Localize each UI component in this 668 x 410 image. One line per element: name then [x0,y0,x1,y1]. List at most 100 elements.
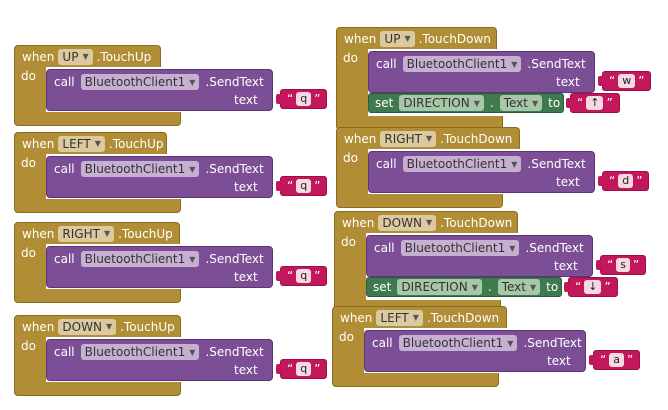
quote-close: ” [604,280,611,294]
string-value[interactable]: d [618,174,634,188]
component-dropdown-label: UP [384,31,401,46]
component-dropdown-label: DOWN [382,215,422,230]
component-dropdown[interactable]: DOWN ▼ [378,214,437,231]
call-sendtext-block[interactable]: call BluetoothClient1 ▼ .SendText text [46,69,273,111]
target-dropdown[interactable]: BluetoothClient1 ▼ [80,74,200,90]
event-name: .TouchDown [426,310,500,325]
dot: . [487,280,492,294]
text-string-block[interactable]: “q” [276,266,328,286]
event-name: .TouchUp [96,49,152,64]
target-dropdown[interactable]: BluetoothClient1 ▼ [80,251,200,267]
component-dropdown[interactable]: RIGHT ▼ [58,225,115,242]
call-sendtext-block[interactable]: call BluetoothClient1 ▼ .SendText text [364,330,586,372]
component-dropdown-label: RIGHT [62,226,100,241]
component-dropdown[interactable]: UP ▼ [380,30,415,47]
method-name: .SendText [205,162,264,176]
event-header[interactable]: when RIGHT ▼ .TouchUp [14,222,180,244]
text-string-block[interactable]: “d” [598,171,650,191]
call-keyword: call [376,157,397,171]
direction-string-block[interactable]: “↓” [564,277,618,297]
event-header[interactable]: when DOWN ▼ .TouchDown [334,211,518,233]
component-dropdown[interactable]: UP ▼ [58,48,93,65]
string-value[interactable]: q [296,92,312,106]
target-dropdown[interactable]: BluetoothClient1 ▼ [400,240,520,256]
text-param-label: text [554,259,578,273]
when-keyword: when [340,310,373,325]
triangle-down-icon: ▼ [509,243,516,253]
quote-open: “ [609,174,616,188]
method-name: .SendText [523,336,582,350]
target-dropdown[interactable]: BluetoothClient1 ▼ [402,56,522,72]
event-header[interactable]: when LEFT ▼ .TouchUp [14,132,167,154]
do-keyword: do [343,151,358,165]
string-value[interactable]: q [296,179,312,193]
call-row: call BluetoothClient1 ▼ .SendText [376,156,586,172]
set-property-block[interactable]: set DIRECTION ▼. Text ▼ to [366,277,562,297]
text-param-label: text [234,270,258,284]
string-connector [276,271,282,281]
event-header[interactable]: when UP ▼ .TouchDown [336,27,497,49]
string-value[interactable]: a [609,353,624,367]
string-connector [598,76,604,86]
set-property-dropdown[interactable]: Text ▼ [497,279,541,295]
event-header[interactable]: when LEFT ▼ .TouchDown [332,306,507,328]
event-footer [14,382,181,396]
target-dropdown[interactable]: BluetoothClient1 ▼ [402,156,522,172]
text-string-block[interactable]: “q” [276,359,328,379]
set-component-dropdown[interactable]: DIRECTION ▼ [399,95,484,111]
component-dropdown[interactable]: LEFT ▼ [58,135,105,152]
quote-close: ” [314,362,321,376]
event-name: .TouchUp [120,319,175,334]
arrow-value[interactable]: ↓ [584,280,602,294]
triangle-down-icon: ▼ [94,139,101,148]
text-param-label: text [556,75,580,89]
quote-open: “ [287,362,294,376]
string-connector [564,282,570,292]
event-name: .TouchDown [440,131,513,146]
component-dropdown-label: LEFT [380,310,409,325]
target-dropdown[interactable]: BluetoothClient1 ▼ [80,161,200,177]
target-dropdown-label: BluetoothClient1 [84,345,186,359]
target-dropdown[interactable]: BluetoothClient1 ▼ [80,344,200,360]
quote-close: ” [314,179,321,193]
event-header[interactable]: when UP ▼ .TouchUp [14,45,161,67]
call-keyword: call [374,241,395,255]
text-param-label: text [234,363,258,377]
arrow-value[interactable]: ↑ [586,96,604,110]
set-property-block[interactable]: set DIRECTION ▼. Text ▼ to [368,93,564,113]
set-property-dropdown-label: Text [503,96,528,110]
text-string-block[interactable]: “a” [589,350,641,370]
string-connector [598,176,604,186]
do-keyword: do [21,246,36,260]
component-dropdown[interactable]: LEFT ▼ [376,309,423,326]
event-header[interactable]: when DOWN ▼ .TouchUp [14,315,181,337]
call-sendtext-block[interactable]: call BluetoothClient1 ▼ .SendText text [46,246,273,288]
string-value[interactable]: q [296,362,312,376]
event-footer [336,194,503,208]
string-value[interactable]: s [616,258,630,272]
string-value[interactable]: w [618,74,636,88]
call-sendtext-block[interactable]: call BluetoothClient1 ▼ .SendText text [46,156,273,198]
call-sendtext-block[interactable]: call BluetoothClient1 ▼ .SendText text [46,339,273,381]
text-string-block[interactable]: “q” [276,89,328,109]
component-dropdown[interactable]: RIGHT ▼ [380,130,437,147]
method-name: .SendText [205,345,264,359]
set-property-dropdown[interactable]: Text ▼ [499,95,543,111]
call-row: call BluetoothClient1 ▼ .SendText [54,161,264,177]
target-dropdown[interactable]: BluetoothClient1 ▼ [398,335,518,351]
component-dropdown-label: UP [62,49,79,64]
set-component-dropdown[interactable]: DIRECTION ▼ [397,279,482,295]
call-sendtext-block[interactable]: call BluetoothClient1 ▼ .SendText text [368,151,595,193]
event-header[interactable]: when RIGHT ▼ .TouchDown [336,127,520,149]
text-string-block[interactable]: “w” [598,71,652,91]
component-dropdown-label: LEFT [62,136,91,151]
direction-string-block[interactable]: “↑” [566,93,620,113]
text-string-block[interactable]: “s” [596,255,647,275]
call-sendtext-block[interactable]: call BluetoothClient1 ▼ .SendText text [366,235,593,277]
string-value[interactable]: q [296,269,312,283]
call-sendtext-block[interactable]: call BluetoothClient1 ▼ .SendText text [368,51,595,93]
component-dropdown[interactable]: DOWN ▼ [58,318,117,335]
when-keyword: when [342,215,375,230]
quote-close: ” [314,269,321,283]
text-string-block[interactable]: “q” [276,176,328,196]
